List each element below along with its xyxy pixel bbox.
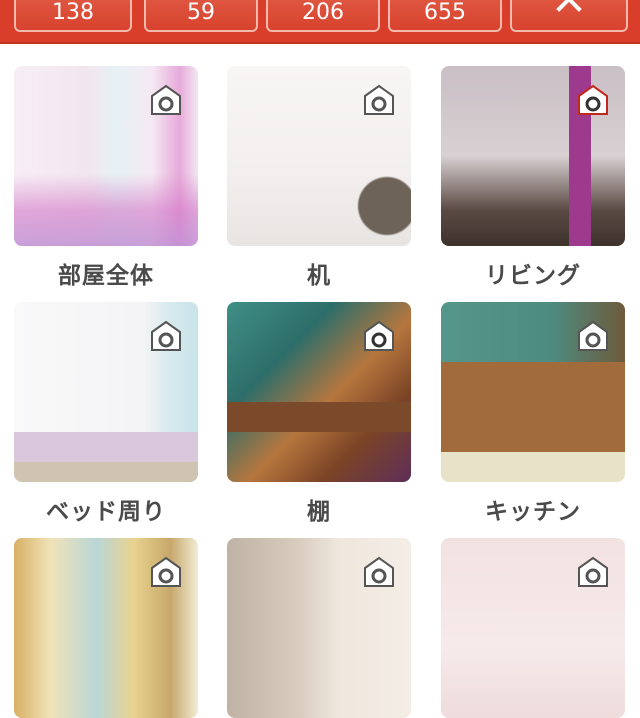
top-stats-bar: 138 59 206 655 bbox=[0, 0, 640, 44]
room-label: ベッド周り bbox=[46, 499, 166, 525]
camera-icon bbox=[151, 320, 181, 351]
camera-icon bbox=[364, 84, 394, 115]
stat-button-1[interactable]: 138 bbox=[14, 0, 132, 32]
stat-value: 655 bbox=[424, 0, 466, 25]
camera-icon bbox=[364, 320, 394, 351]
chevron-up-icon bbox=[556, 0, 582, 22]
room-label: キッチン bbox=[485, 499, 581, 525]
stat-value: 59 bbox=[187, 0, 215, 25]
stat-button-4[interactable]: 655 bbox=[388, 0, 502, 32]
camera-icon bbox=[578, 556, 608, 587]
room-label: 棚 bbox=[307, 499, 331, 525]
camera-icon bbox=[578, 84, 608, 115]
room-label: 机 bbox=[307, 263, 331, 289]
stat-value: 206 bbox=[302, 0, 344, 25]
camera-icon bbox=[151, 84, 181, 115]
room-grid: 部屋全体 机 リビング ベッド周り 棚 キッチン bbox=[0, 44, 640, 718]
collapse-button[interactable] bbox=[510, 0, 628, 32]
stat-value: 138 bbox=[52, 0, 94, 25]
room-label: 部屋全体 bbox=[58, 263, 154, 289]
camera-icon bbox=[151, 556, 181, 587]
stat-button-2[interactable]: 59 bbox=[144, 0, 258, 32]
camera-icon bbox=[364, 556, 394, 587]
camera-icon bbox=[578, 320, 608, 351]
stat-button-3[interactable]: 206 bbox=[266, 0, 380, 32]
room-label: リビング bbox=[485, 263, 581, 289]
